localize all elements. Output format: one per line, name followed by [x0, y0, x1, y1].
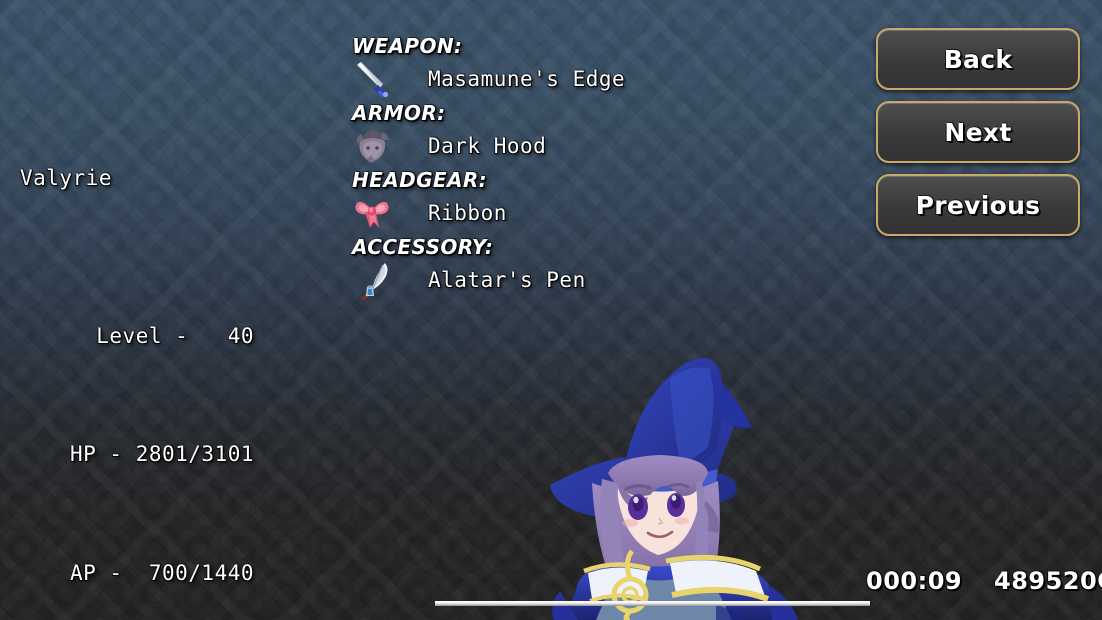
equipment-slot-weapon[interactable]: WEAPON: Masamune's Edge	[352, 34, 832, 99]
stat-hp: HP - 2801/3101	[30, 442, 254, 466]
character-stats-panel: Valyrie Level - 40 HP - 2801/3101 AP - 7…	[0, 40, 272, 620]
headgear-slot-label: HEADGEAR:	[352, 168, 488, 192]
quill-pen-icon	[352, 260, 398, 300]
gold-amount: 489520G	[994, 567, 1102, 595]
equipment-panel: WEAPON: Masamune's Edge ARMOR: Dark Hood…	[352, 34, 832, 302]
character-portrait	[520, 355, 900, 620]
sword-icon	[352, 59, 398, 99]
navigation-buttons: Back Next Previous	[876, 28, 1080, 247]
hood-icon	[352, 126, 398, 166]
ribbon-icon	[352, 193, 398, 233]
headgear-item-name: Ribbon	[428, 201, 507, 225]
equipment-slot-headgear[interactable]: HEADGEAR: Ribbon	[352, 168, 832, 233]
equipment-slot-accessory[interactable]: ACCESSORY: Alatar's Pen	[352, 235, 832, 300]
weapon-slot-label: WEAPON:	[352, 34, 463, 58]
game-status-screen: Valyrie Level - 40 HP - 2801/3101 AP - 7…	[0, 0, 1102, 620]
armor-item-name: Dark Hood	[428, 134, 547, 158]
bottom-divider-line	[435, 601, 870, 606]
back-button[interactable]: Back	[876, 28, 1080, 90]
stat-level: Level - 40	[43, 323, 254, 348]
previous-button[interactable]: Previous	[876, 174, 1080, 236]
character-name: Valyrie	[20, 165, 113, 190]
armor-slot-label: ARMOR:	[352, 101, 446, 125]
next-button[interactable]: Next	[876, 101, 1080, 163]
equipment-slot-armor[interactable]: ARMOR: Dark Hood	[352, 101, 832, 166]
stat-ap: AP - 700/1440	[30, 560, 254, 585]
weapon-item-name: Masamune's Edge	[428, 67, 626, 91]
accessory-slot-label: ACCESSORY:	[352, 235, 494, 259]
play-timer: 000:09	[866, 567, 963, 595]
accessory-item-name: Alatar's Pen	[428, 268, 586, 292]
